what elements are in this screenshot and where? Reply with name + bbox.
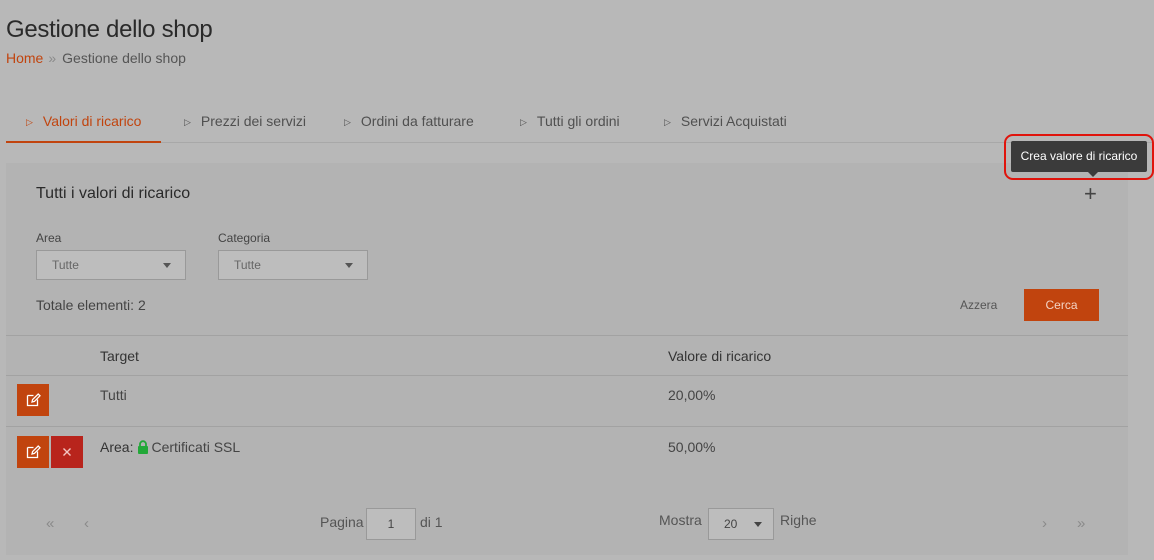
area-select-value: Tutte <box>52 258 79 272</box>
caret-right-icon: ▷ <box>520 117 527 127</box>
tab-valori-di-ricarico[interactable]: ▷ Valori di ricarico <box>6 100 162 143</box>
chevron-down-icon <box>345 263 353 268</box>
breadcrumb-separator: » <box>48 50 57 66</box>
tooltip-highlight: Crea valore di ricarico <box>1004 134 1154 180</box>
breadcrumb-current: Gestione dello shop <box>62 50 186 66</box>
page-title: Gestione dello shop <box>6 16 213 43</box>
page-number-input[interactable] <box>366 508 416 540</box>
page-total-label: di 1 <box>420 514 443 530</box>
edit-icon <box>26 445 41 459</box>
value-cell: 20,00% <box>668 387 716 403</box>
tab-label: Servizi Acquistati <box>680 113 787 129</box>
prev-page-icon[interactable]: ‹ <box>84 515 89 532</box>
search-button[interactable]: Cerca <box>1024 289 1099 321</box>
page-label: Pagina <box>320 514 364 530</box>
area-prefix: Area: <box>100 439 134 455</box>
reset-button[interactable]: Azzera <box>960 298 997 312</box>
value-cell: 50,00% <box>668 439 716 455</box>
area-select[interactable]: Tutte <box>36 250 186 280</box>
show-label: Mostra <box>659 512 702 528</box>
categoria-select[interactable]: Tutte <box>218 250 368 280</box>
chevron-down-icon <box>754 522 762 527</box>
target-cell: Area: Certificati SSL <box>100 439 240 455</box>
last-page-icon[interactable]: » <box>1077 515 1085 532</box>
categoria-filter-label: Categoria <box>218 231 271 245</box>
tab-servizi-acquistati[interactable]: ▷ Servizi Acquistati <box>664 100 787 142</box>
tooltip: Crea valore di ricarico <box>1011 141 1147 172</box>
tab-label: Ordini da fatturare <box>360 113 474 129</box>
caret-right-icon: ▷ <box>184 117 191 127</box>
divider <box>6 375 1128 376</box>
chevron-down-icon <box>163 263 171 268</box>
lock-icon <box>138 440 149 454</box>
tab-label: Prezzi dei servizi <box>200 113 306 129</box>
breadcrumb-home-link[interactable]: Home <box>6 50 43 66</box>
tooltip-arrow <box>1088 172 1098 177</box>
target-cell: Tutti <box>100 387 127 403</box>
divider <box>6 335 1128 336</box>
edit-icon <box>26 393 41 407</box>
tab-tutti-gli-ordini[interactable]: ▷ Tutti gli ordini <box>520 100 620 142</box>
add-icon[interactable]: + <box>1084 183 1097 205</box>
close-icon <box>63 448 71 456</box>
target-label: Certificati SSL <box>151 439 241 455</box>
delete-button[interactable] <box>51 436 83 468</box>
edit-button[interactable] <box>17 384 49 416</box>
panel-title: Tutti i valori di ricarico <box>36 185 191 202</box>
tab-label: Valori di ricarico <box>42 113 142 129</box>
caret-right-icon: ▷ <box>664 117 671 127</box>
tab-bar: ▷ Valori di ricarico ▷ Prezzi dei servizi … <box>6 100 1154 143</box>
tab-ordini-da-fatturare[interactable]: ▷ Ordini da fatturare <box>344 100 474 142</box>
area-filter-label: Area <box>36 231 62 245</box>
tab-prezzi-dei-servizi[interactable]: ▷ Prezzi dei servizi <box>184 100 306 142</box>
column-header-target: Target <box>100 348 139 364</box>
next-page-icon[interactable]: › <box>1042 515 1047 532</box>
breadcrumb: Home » Gestione dello shop <box>6 50 186 66</box>
edit-button[interactable] <box>17 436 49 468</box>
total-count: Totale elementi: 2 <box>36 297 146 313</box>
rows-per-page-value: 20 <box>724 517 738 531</box>
content-panel: Tutti i valori di ricarico + Area Tutte … <box>6 163 1128 555</box>
column-header-valore: Valore di ricarico <box>668 348 772 364</box>
caret-right-icon: ▷ <box>26 117 33 127</box>
rows-per-page-select[interactable]: 20 <box>708 508 774 540</box>
rows-label: Righe <box>780 512 817 528</box>
caret-right-icon: ▷ <box>344 117 351 127</box>
categoria-select-value: Tutte <box>234 258 261 272</box>
divider <box>6 426 1128 427</box>
first-page-icon[interactable]: « <box>46 515 54 532</box>
tab-label: Tutti gli ordini <box>536 113 620 129</box>
